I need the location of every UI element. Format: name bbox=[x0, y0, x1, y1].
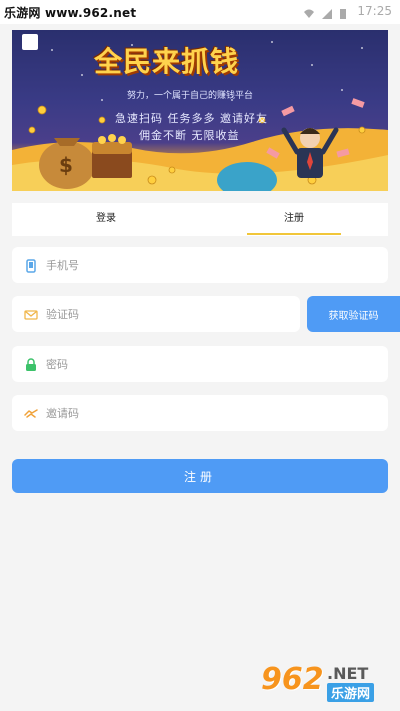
password-field[interactable] bbox=[12, 346, 388, 382]
wifi-icon bbox=[303, 5, 315, 18]
app-logo-icon bbox=[22, 34, 38, 50]
banner-slogan-line1: 急速扫码 任务多多 邀请好友 bbox=[115, 112, 268, 125]
promo-banner: $ 全民来抓钱 努力，一个属于自己的赚钱平台 急速扫码 任务多多 邀请好友 佣金… bbox=[12, 30, 388, 191]
status-time: 17:25 bbox=[357, 4, 392, 18]
treasure-chest-icon bbox=[92, 134, 132, 178]
phone-icon bbox=[24, 258, 38, 273]
verification-code-input[interactable] bbox=[46, 296, 300, 332]
tab-register[interactable]: 注册 bbox=[200, 203, 388, 236]
status-bar: 乐游网 www.962.net 17:25 bbox=[0, 0, 400, 24]
svg-text:$: $ bbox=[59, 153, 73, 177]
status-indicators: 17:25 bbox=[303, 4, 392, 19]
get-code-button[interactable]: 获取验证码 bbox=[307, 296, 400, 332]
phone-input[interactable] bbox=[46, 247, 388, 283]
site-watermark: 962 .NET 乐游网 bbox=[255, 658, 395, 706]
auth-tabs: 登录 注册 bbox=[12, 203, 388, 236]
handshake-icon bbox=[24, 406, 38, 420]
banner-slogan-line2: 佣金不断 无限收益 bbox=[139, 129, 240, 142]
password-input[interactable] bbox=[46, 346, 388, 382]
watermark-suffix: .NET bbox=[327, 664, 369, 683]
lock-icon bbox=[24, 357, 38, 371]
register-submit-button[interactable]: 注册 bbox=[12, 459, 388, 493]
verification-code-field[interactable] bbox=[12, 296, 300, 332]
invite-code-field[interactable] bbox=[12, 395, 388, 431]
status-watermark-text: 乐游网 www.962.net bbox=[4, 6, 137, 20]
watermark-name: 乐游网 bbox=[327, 683, 375, 702]
tab-login[interactable]: 登录 bbox=[12, 203, 200, 236]
watermark-number: 962 bbox=[261, 662, 324, 697]
phone-field[interactable] bbox=[12, 247, 388, 283]
signal-icon bbox=[321, 5, 333, 19]
banner-title: 全民来抓钱 bbox=[94, 45, 240, 78]
envelope-icon bbox=[24, 307, 38, 321]
invite-code-input[interactable] bbox=[46, 395, 388, 431]
battery-icon bbox=[339, 5, 351, 19]
banner-subtitle: 努力，一个属于自己的赚钱平台 bbox=[127, 91, 254, 101]
